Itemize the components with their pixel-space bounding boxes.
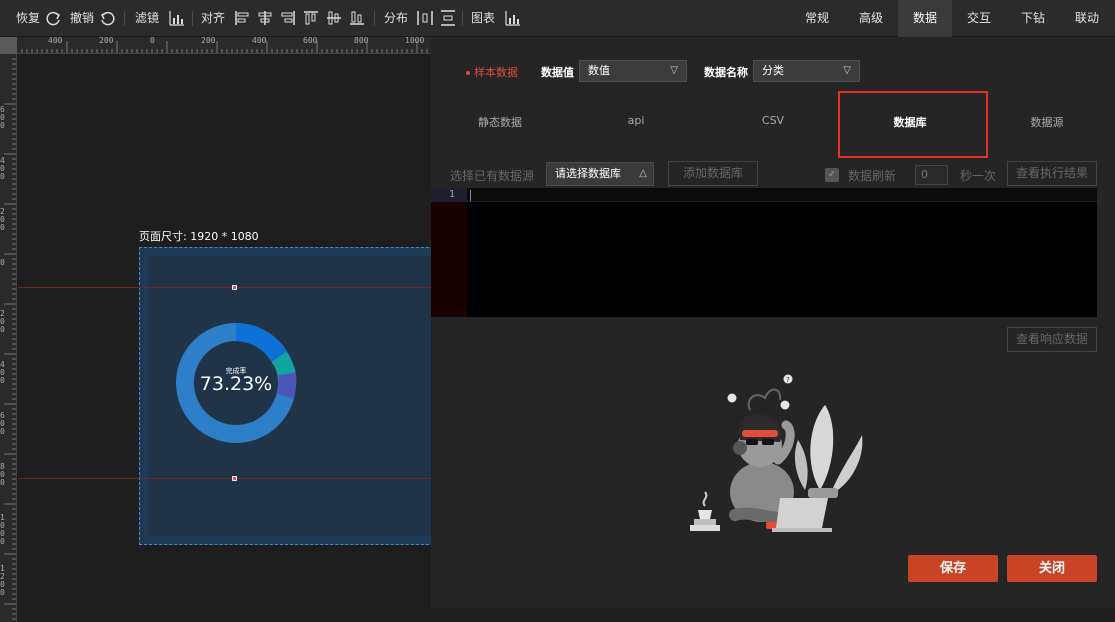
donut-value: 73.23% — [199, 373, 273, 395]
ruler-label: 0 — [0, 258, 5, 267]
ruler-label: 1000 — [405, 37, 425, 45]
view-result-button[interactable]: 查看执行结果 — [1007, 161, 1097, 186]
resize-handle[interactable] — [232, 285, 237, 290]
database-select-text: 请选择数据库 — [555, 167, 621, 180]
undo-icon[interactable] — [99, 10, 115, 26]
value-select[interactable]: 数值 ▽ — [579, 60, 687, 82]
ruler-label: 1200 — [0, 564, 5, 597]
ruler-label: 200 — [0, 207, 5, 232]
top-toolbar: 恢复 撤销 滤镜 对齐 分布 图表 常规 高级 数据 交互 下钻 联动 — [0, 0, 1115, 37]
ruler-label: 600 — [0, 411, 5, 436]
filter-button[interactable]: 滤镜 — [135, 0, 159, 37]
ruler-corner — [0, 37, 17, 54]
guide-line[interactable] — [18, 287, 431, 288]
chevron-down-icon: ▽ — [843, 65, 851, 76]
tab-api[interactable]: api — [591, 114, 681, 130]
distribute-vertical-icon[interactable] — [440, 10, 456, 26]
tab-csv[interactable]: CSV — [728, 114, 818, 130]
tab-datasource[interactable]: 数据源 — [1002, 114, 1092, 130]
tab-general[interactable]: 常规 — [790, 0, 844, 37]
chart-button[interactable]: 图表 — [471, 0, 495, 37]
editor-gutter — [431, 188, 467, 317]
toolbar-separator — [374, 11, 375, 26]
align-bottom-icon[interactable] — [349, 10, 365, 26]
chevron-down-icon: ▽ — [670, 65, 678, 76]
check-icon: ✓ — [827, 169, 837, 180]
annotation-highlight-box — [838, 91, 988, 158]
align-right-icon[interactable] — [280, 10, 296, 26]
ruler-label: 800 — [0, 462, 5, 487]
name-select-text: 分类 — [762, 64, 784, 77]
svg-text:?: ? — [786, 376, 790, 384]
restore-button[interactable]: 恢复 — [16, 0, 40, 37]
vertical-ruler[interactable]: 600 400 200 0 200 400 600 800 1000 1200 — [0, 54, 17, 622]
add-database-button[interactable]: 添加数据库 — [668, 161, 758, 186]
ruler-label: 200 — [201, 37, 216, 45]
empty-state-illustration: ? — [690, 374, 863, 532]
distribute-horizontal-icon[interactable] — [417, 10, 433, 26]
ruler-label: 200 — [99, 37, 114, 45]
editor-active-line[interactable] — [467, 188, 1097, 202]
value-select-text: 数值 — [588, 64, 610, 77]
distribute-button[interactable]: 分布 — [384, 0, 408, 37]
ruler-ticks — [21, 41, 428, 53]
sample-data-label: 样本数据 — [466, 64, 518, 80]
close-button[interactable]: 关闭 — [1007, 555, 1097, 582]
redo-icon[interactable] — [46, 10, 62, 26]
tab-static-data[interactable]: 静态数据 — [455, 114, 545, 130]
chevron-up-icon: △ — [639, 168, 647, 179]
view-response-button[interactable]: 查看响应数据 — [1007, 327, 1097, 352]
toolbar-separator — [462, 11, 463, 26]
save-button[interactable]: 保存 — [908, 555, 998, 582]
text-cursor — [470, 190, 471, 201]
ruler-label: 600 — [303, 37, 318, 45]
ruler-label: 400 — [252, 37, 267, 45]
guide-line[interactable] — [18, 478, 431, 479]
align-middle-icon[interactable] — [326, 10, 342, 26]
refresh-interval-input[interactable]: 0 — [915, 165, 948, 185]
line-number: 1 — [431, 188, 467, 202]
chart-line-icon[interactable] — [505, 10, 521, 26]
align-left-icon[interactable] — [234, 10, 250, 26]
ruler-label: 400 — [0, 360, 5, 385]
ruler-label: 600 — [0, 105, 5, 130]
align-top-icon[interactable] — [303, 10, 319, 26]
tab-drilldown[interactable]: 下钻 — [1006, 0, 1060, 37]
sql-editor[interactable] — [431, 188, 1097, 317]
red-dot-icon — [466, 71, 470, 75]
tab-advanced[interactable]: 高级 — [844, 0, 898, 37]
tab-interaction[interactable]: 交互 — [952, 0, 1006, 37]
name-field-label: 数据名称 — [704, 66, 748, 79]
align-button[interactable]: 对齐 — [201, 0, 225, 37]
resize-handle[interactable] — [232, 476, 237, 481]
chart-bar-icon[interactable] — [169, 10, 185, 26]
property-tabs: 常规 高级 数据 交互 下钻 联动 — [790, 0, 1115, 37]
choose-source-label: 选择已有数据源 — [450, 169, 535, 183]
ruler-label: 1000 — [0, 513, 5, 546]
undo-button[interactable]: 撤销 — [70, 0, 94, 37]
per-second-label: 秒一次 — [960, 169, 997, 183]
page-size-label: 页面尺寸: 1920 * 1080 — [139, 230, 259, 243]
tab-linkage[interactable]: 联动 — [1060, 0, 1114, 37]
ruler-label: 200 — [0, 309, 5, 334]
align-center-icon[interactable] — [257, 10, 273, 26]
tab-data[interactable]: 数据 — [898, 0, 952, 37]
refresh-label: 数据刷新 — [848, 169, 897, 183]
ruler-label: 400 — [0, 156, 5, 181]
horizontal-ruler[interactable]: 400 200 0 200 400 600 800 1000 — [17, 37, 431, 54]
refresh-checkbox[interactable]: ✓ — [825, 168, 839, 182]
value-field-label: 数据值 — [541, 66, 574, 79]
panel-bottom-strip — [431, 608, 791, 622]
name-select[interactable]: 分类 ▽ — [753, 60, 860, 82]
sample-data-text: 样本数据 — [474, 66, 518, 79]
ruler-label: 800 — [354, 37, 369, 45]
ruler-label: 0 — [150, 37, 155, 45]
ruler-label: 400 — [48, 37, 63, 45]
toolbar-separator — [124, 11, 125, 26]
database-select[interactable]: 请选择数据库 △ — [546, 162, 654, 186]
toolbar-separator — [192, 11, 193, 26]
